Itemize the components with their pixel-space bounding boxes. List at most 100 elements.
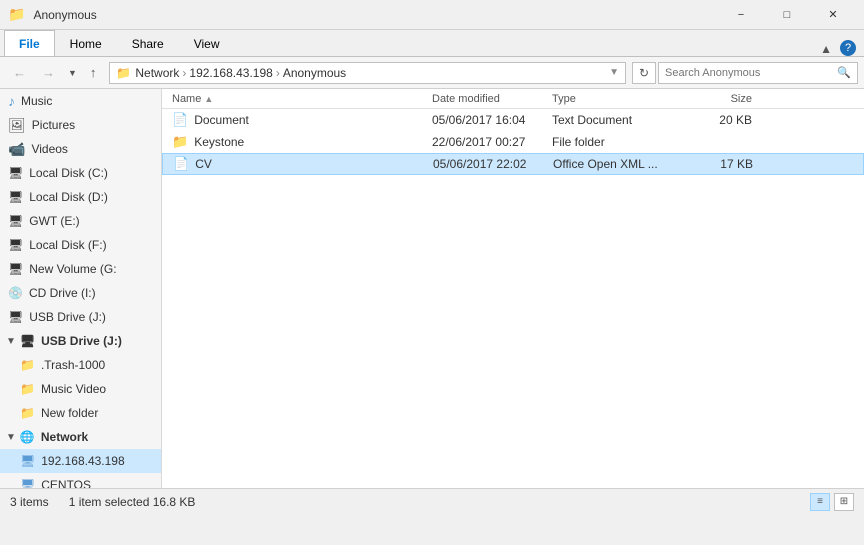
sidebar-item-pictures[interactable]: 🖼 Pictures xyxy=(0,113,161,137)
pictures-icon: 🖼 xyxy=(8,117,26,134)
col-name-label: Name xyxy=(172,93,201,105)
search-box[interactable]: 🔍 xyxy=(658,62,858,84)
col-type-label: Type xyxy=(552,93,576,105)
cd-icon: 💿 xyxy=(8,286,23,300)
tiles-view-button[interactable]: ⊞ xyxy=(834,493,854,511)
column-headers: Name ▲ Date modified Type Size xyxy=(162,89,864,109)
sidebar-label-cd-i: CD Drive (I:) xyxy=(29,286,96,300)
sidebar-item-volume-g[interactable]: 🖥 New Volume (G: xyxy=(0,257,161,281)
file-size-document: 20 KB xyxy=(682,113,752,127)
cv-file-icon: 📄 xyxy=(173,156,189,172)
sidebar-label-videos: Videos xyxy=(31,142,67,156)
disk-c-icon: 🖥 xyxy=(8,166,23,180)
sidebar-item-local-f[interactable]: 🖥 Local Disk (F:) xyxy=(0,233,161,257)
new-folder-icon: 📁 xyxy=(20,406,35,420)
sidebar-label-usb-j1: USB Drive (J:) xyxy=(29,310,106,324)
sidebar-label-trash: .Trash-1000 xyxy=(41,358,105,372)
col-header-size[interactable]: Size xyxy=(682,93,752,105)
sidebar-label-centos: CENTOS xyxy=(41,478,91,488)
file-size-cv: 17 KB xyxy=(683,157,753,171)
sidebar-label-local-d: Local Disk (D:) xyxy=(29,190,108,204)
sidebar-label-new-folder: New folder xyxy=(41,406,98,420)
file-row-keystone[interactable]: 📁 Keystone 22/06/2017 00:27 File folder xyxy=(162,131,864,153)
disk-d-icon: 🖥 xyxy=(8,190,23,204)
sidebar-item-trash[interactable]: 📁 .Trash-1000 xyxy=(0,353,161,377)
sidebar-item-local-c[interactable]: 🖥 Local Disk (C:) xyxy=(0,161,161,185)
centos-icon: 🖥 xyxy=(20,478,35,488)
videos-icon: 📹 xyxy=(8,141,25,158)
ribbon-expand-icon[interactable]: ▲ xyxy=(820,42,832,56)
file-row-cv[interactable]: 📄 CV 05/06/2017 22:02 Office Open XML ..… xyxy=(162,153,864,175)
window-icon: 📁 xyxy=(8,6,25,23)
address-bar[interactable]: 📁 Network › 192.168.43.198 › Anonymous ▼ xyxy=(109,62,626,84)
window-title: Anonymous xyxy=(33,8,718,22)
file-date-keystone: 22/06/2017 00:27 xyxy=(432,135,552,149)
address-network[interactable]: Network xyxy=(135,66,179,80)
forward-button[interactable]: → xyxy=(35,61,62,85)
ribbon: File Home Share View ▲ ? xyxy=(0,30,864,57)
status-bar: 3 items 1 item selected 16.8 KB ≡ ⊞ xyxy=(0,488,864,514)
minimize-button[interactable]: − xyxy=(718,0,764,30)
section-chevron-usb: ▼ xyxy=(6,336,16,347)
section-chevron-network: ▼ xyxy=(6,432,16,443)
sidebar-label-music: Music xyxy=(21,94,52,108)
sidebar: ♪ Music 🖼 Pictures 📹 Videos 🖥 Local Disk… xyxy=(0,89,162,488)
address-dropdown-icon[interactable]: ▼ xyxy=(609,67,619,78)
address-folder[interactable]: Anonymous xyxy=(283,66,346,80)
music-icon: ♪ xyxy=(8,93,15,109)
sidebar-section-network-label: Network xyxy=(41,430,88,444)
sidebar-label-volume-g: New Volume (G: xyxy=(29,262,116,276)
sidebar-item-gwt-e[interactable]: 🖥 GWT (E:) xyxy=(0,209,161,233)
tab-view[interactable]: View xyxy=(179,30,235,56)
main-layout: ♪ Music 🖼 Pictures 📹 Videos 🖥 Local Disk… xyxy=(0,89,864,488)
details-view-button[interactable]: ≡ xyxy=(810,493,830,511)
title-bar-icons: 📁 xyxy=(8,6,25,23)
up-button[interactable]: ↑ xyxy=(83,61,104,85)
sidebar-item-local-d[interactable]: 🖥 Local Disk (D:) xyxy=(0,185,161,209)
col-header-date[interactable]: Date modified xyxy=(432,93,552,105)
recent-locations-button[interactable]: ▼ xyxy=(64,61,81,85)
ip-icon: 🖥 xyxy=(20,454,35,468)
sidebar-item-ip[interactable]: 🖥 192.168.43.198 xyxy=(0,449,161,473)
file-content: Name ▲ Date modified Type Size 📄 Documen… xyxy=(162,89,864,488)
file-name-document: Document xyxy=(194,113,249,127)
sidebar-label-gwt-e: GWT (E:) xyxy=(29,214,79,228)
usb-j1-icon: 🖥 xyxy=(8,310,23,324)
sidebar-label-ip: 192.168.43.198 xyxy=(41,454,124,468)
sidebar-item-cd-i[interactable]: 💿 CD Drive (I:) xyxy=(0,281,161,305)
tab-home[interactable]: Home xyxy=(55,30,117,56)
sidebar-section-usb[interactable]: ▼ 🖥 USB Drive (J:) xyxy=(0,329,161,353)
file-name-cv: CV xyxy=(195,157,212,171)
toolbar: ← → ▼ ↑ 📁 Network › 192.168.43.198 › Ano… xyxy=(0,57,864,89)
address-ip[interactable]: 192.168.43.198 xyxy=(189,66,272,80)
disk-e-icon: 🖥 xyxy=(8,214,23,228)
file-date-cv: 05/06/2017 22:02 xyxy=(433,157,553,171)
window-controls: − □ ✕ xyxy=(718,0,856,30)
sort-arrow: ▲ xyxy=(204,94,213,104)
keystone-file-icon: 📁 xyxy=(172,134,188,150)
file-date-document: 05/06/2017 16:04 xyxy=(432,113,552,127)
refresh-button[interactable]: ↻ xyxy=(632,62,656,84)
file-row-document[interactable]: 📄 Document 05/06/2017 16:04 Text Documen… xyxy=(162,109,864,131)
col-header-name[interactable]: Name ▲ xyxy=(172,93,432,105)
sidebar-item-usb-j1[interactable]: 🖥 USB Drive (J:) xyxy=(0,305,161,329)
document-file-icon: 📄 xyxy=(172,112,188,128)
back-button[interactable]: ← xyxy=(6,61,33,85)
maximize-button[interactable]: □ xyxy=(764,0,810,30)
sidebar-item-music-video[interactable]: 📁 Music Video xyxy=(0,377,161,401)
tab-share[interactable]: Share xyxy=(117,30,179,56)
address-folder-icon: 📁 xyxy=(116,66,131,80)
sidebar-item-videos[interactable]: 📹 Videos xyxy=(0,137,161,161)
close-button[interactable]: ✕ xyxy=(810,0,856,30)
search-input[interactable] xyxy=(665,67,837,79)
file-type-cv: Office Open XML ... xyxy=(553,157,683,171)
tab-file[interactable]: File xyxy=(4,30,55,56)
sidebar-item-new-folder[interactable]: 📁 New folder xyxy=(0,401,161,425)
col-header-type[interactable]: Type xyxy=(552,93,682,105)
sidebar-item-centos[interactable]: 🖥 CENTOS xyxy=(0,473,161,488)
file-type-document: Text Document xyxy=(552,113,682,127)
sidebar-section-network[interactable]: ▼ 🌐 Network xyxy=(0,425,161,449)
col-size-label: Size xyxy=(731,93,752,105)
sidebar-item-music[interactable]: ♪ Music xyxy=(0,89,161,113)
help-icon[interactable]: ? xyxy=(840,40,856,56)
